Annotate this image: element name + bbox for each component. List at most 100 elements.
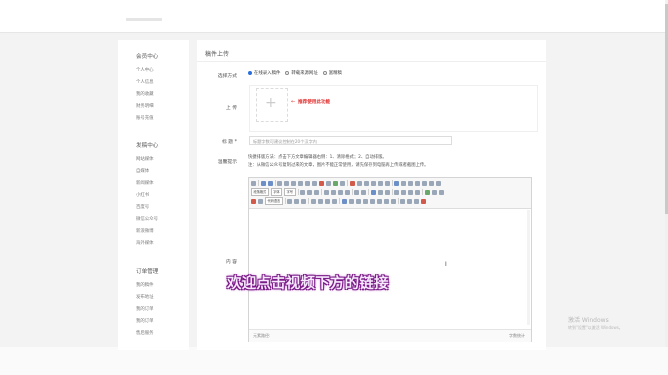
delete-table-icon[interactable] bbox=[348, 198, 354, 204]
sidebar-item[interactable]: 我的收藏 bbox=[136, 91, 154, 97]
search-replace-icon[interactable] bbox=[414, 198, 420, 204]
merge-cells-icon[interactable] bbox=[383, 198, 389, 204]
delete-col-icon[interactable] bbox=[376, 198, 382, 204]
row-spacing-icon[interactable] bbox=[394, 180, 400, 186]
clear-doc-icon[interactable] bbox=[384, 180, 390, 186]
autotypeset-icon[interactable] bbox=[340, 180, 346, 186]
insert-video-icon[interactable] bbox=[251, 198, 256, 204]
font-color-icon[interactable] bbox=[349, 180, 355, 186]
indent-icon[interactable] bbox=[429, 180, 435, 186]
strikethrough-icon[interactable] bbox=[298, 180, 304, 186]
quote-icon[interactable] bbox=[326, 180, 332, 186]
font-family-select[interactable]: 字体 bbox=[270, 188, 283, 196]
sidebar-item[interactable]: 百度号 bbox=[136, 204, 149, 210]
simple-upload-icon[interactable] bbox=[425, 189, 431, 195]
radio-dot[interactable] bbox=[322, 71, 327, 75]
upload-button[interactable]: + bbox=[256, 88, 288, 122]
underline-icon[interactable] bbox=[291, 180, 297, 186]
to-upper-icon[interactable] bbox=[354, 189, 360, 195]
sidebar-item[interactable]: 我的订单 bbox=[136, 318, 154, 324]
sidebar-item[interactable]: 账号充值 bbox=[136, 115, 154, 121]
align-left-icon[interactable] bbox=[323, 189, 329, 195]
horizontal-rule-icon[interactable] bbox=[310, 198, 316, 204]
sidebar-item[interactable]: 我的稿件 bbox=[136, 282, 154, 288]
template-icon[interactable] bbox=[294, 198, 300, 204]
emotion-icon[interactable] bbox=[439, 189, 445, 195]
title-input[interactable]: 标题字数可建议控制在20个汉字内 bbox=[249, 136, 452, 145]
image-center-icon[interactable] bbox=[415, 189, 421, 195]
pagebreak-icon[interactable] bbox=[287, 198, 293, 204]
align-center-icon[interactable] bbox=[330, 189, 336, 195]
sidebar-item[interactable]: 新闻媒体 bbox=[136, 180, 154, 186]
direction-ltr-icon[interactable] bbox=[300, 189, 306, 195]
clear-format-icon[interactable] bbox=[333, 180, 339, 186]
mode-option-url[interactable]: 转载来源网址 bbox=[285, 70, 318, 76]
insert-code-icon[interactable] bbox=[258, 198, 263, 204]
directionality-icon[interactable] bbox=[415, 180, 421, 186]
italic-icon[interactable] bbox=[284, 180, 290, 186]
sidebar-item[interactable]: 个人中心 bbox=[136, 67, 154, 73]
sidebar-item[interactable]: 财务明细 bbox=[136, 103, 154, 109]
sidebar-item[interactable]: 我的订单 bbox=[136, 306, 154, 312]
bold-icon[interactable] bbox=[277, 180, 283, 186]
format-match-icon[interactable] bbox=[319, 180, 325, 186]
select-all-icon[interactable] bbox=[377, 180, 383, 186]
paragraph-icon[interactable] bbox=[408, 180, 414, 186]
mode-option-doc[interactable]: 富精稿 bbox=[322, 70, 342, 76]
align-justify-icon[interactable] bbox=[344, 189, 350, 195]
image-float-none-icon[interactable] bbox=[394, 189, 400, 195]
radio-dot[interactable] bbox=[285, 71, 290, 75]
sidebar-item[interactable]: 自媒体 bbox=[136, 168, 149, 174]
sidebar-item[interactable]: 海外媒体 bbox=[136, 240, 154, 246]
sidebar-item[interactable]: 售后服务 bbox=[136, 330, 154, 336]
insert-row-icon[interactable] bbox=[355, 198, 361, 204]
sidebar-item[interactable]: 新浪微博 bbox=[136, 228, 154, 234]
date-icon[interactable] bbox=[317, 198, 323, 204]
superscript-icon[interactable] bbox=[305, 180, 311, 186]
spechars-icon[interactable] bbox=[331, 198, 337, 204]
undo-icon[interactable] bbox=[260, 180, 266, 186]
print-icon[interactable] bbox=[400, 198, 406, 204]
link-icon[interactable] bbox=[370, 189, 376, 195]
editor-scrollbar[interactable] bbox=[527, 210, 530, 325]
customstyle-icon[interactable] bbox=[401, 180, 407, 186]
paragraph-format-select[interactable]: 段落格式 bbox=[251, 188, 269, 196]
insert-image-icon[interactable] bbox=[432, 189, 438, 195]
image-right-icon[interactable] bbox=[408, 189, 414, 195]
sidebar-item[interactable]: 微信公众号 bbox=[136, 216, 158, 222]
split-cells-icon[interactable] bbox=[390, 198, 396, 204]
editor-content-area[interactable]: I bbox=[249, 209, 531, 327]
code-language-select[interactable]: 代码语言 bbox=[265, 197, 283, 205]
ordered-list-icon[interactable] bbox=[363, 180, 369, 186]
toolbar-row: 代码语言 bbox=[251, 197, 427, 205]
radio-label: 转载来源网址 bbox=[291, 71, 318, 76]
unordered-list-icon[interactable] bbox=[370, 180, 376, 186]
preview-icon[interactable] bbox=[407, 198, 413, 204]
source-icon[interactable] bbox=[251, 180, 256, 186]
sidebar-item[interactable]: 小红书 bbox=[136, 192, 149, 198]
align-right-icon[interactable] bbox=[337, 189, 343, 195]
sidebar-item[interactable]: 个人信息 bbox=[136, 79, 154, 85]
insert-table-icon[interactable] bbox=[341, 198, 347, 204]
justify-icon[interactable] bbox=[422, 180, 428, 186]
mode-option-online[interactable]: 在线录入稿件 bbox=[248, 70, 280, 76]
delete-row-icon[interactable] bbox=[362, 198, 368, 204]
anchor-icon[interactable] bbox=[384, 189, 390, 195]
subscript-icon[interactable] bbox=[312, 180, 318, 186]
unlink-icon[interactable] bbox=[377, 189, 383, 195]
to-lower-icon[interactable] bbox=[361, 189, 367, 195]
sidebar-item[interactable]: 网站媒体 bbox=[136, 156, 154, 162]
image-left-icon[interactable] bbox=[401, 189, 407, 195]
insert-col-icon[interactable] bbox=[369, 198, 375, 204]
fullscreen-icon[interactable] bbox=[436, 180, 442, 186]
bg-color-icon[interactable] bbox=[356, 180, 362, 186]
time-icon[interactable] bbox=[324, 198, 330, 204]
indent-icon[interactable] bbox=[314, 189, 320, 195]
redo-icon[interactable] bbox=[267, 180, 273, 186]
help-icon[interactable] bbox=[421, 198, 427, 204]
direction-rtl-icon[interactable] bbox=[307, 189, 313, 195]
radio-dot[interactable] bbox=[248, 71, 252, 75]
sidebar-item[interactable]: 发布地址 bbox=[136, 294, 154, 300]
background-icon[interactable] bbox=[301, 198, 307, 204]
font-size-select[interactable]: 字号 bbox=[284, 188, 296, 196]
